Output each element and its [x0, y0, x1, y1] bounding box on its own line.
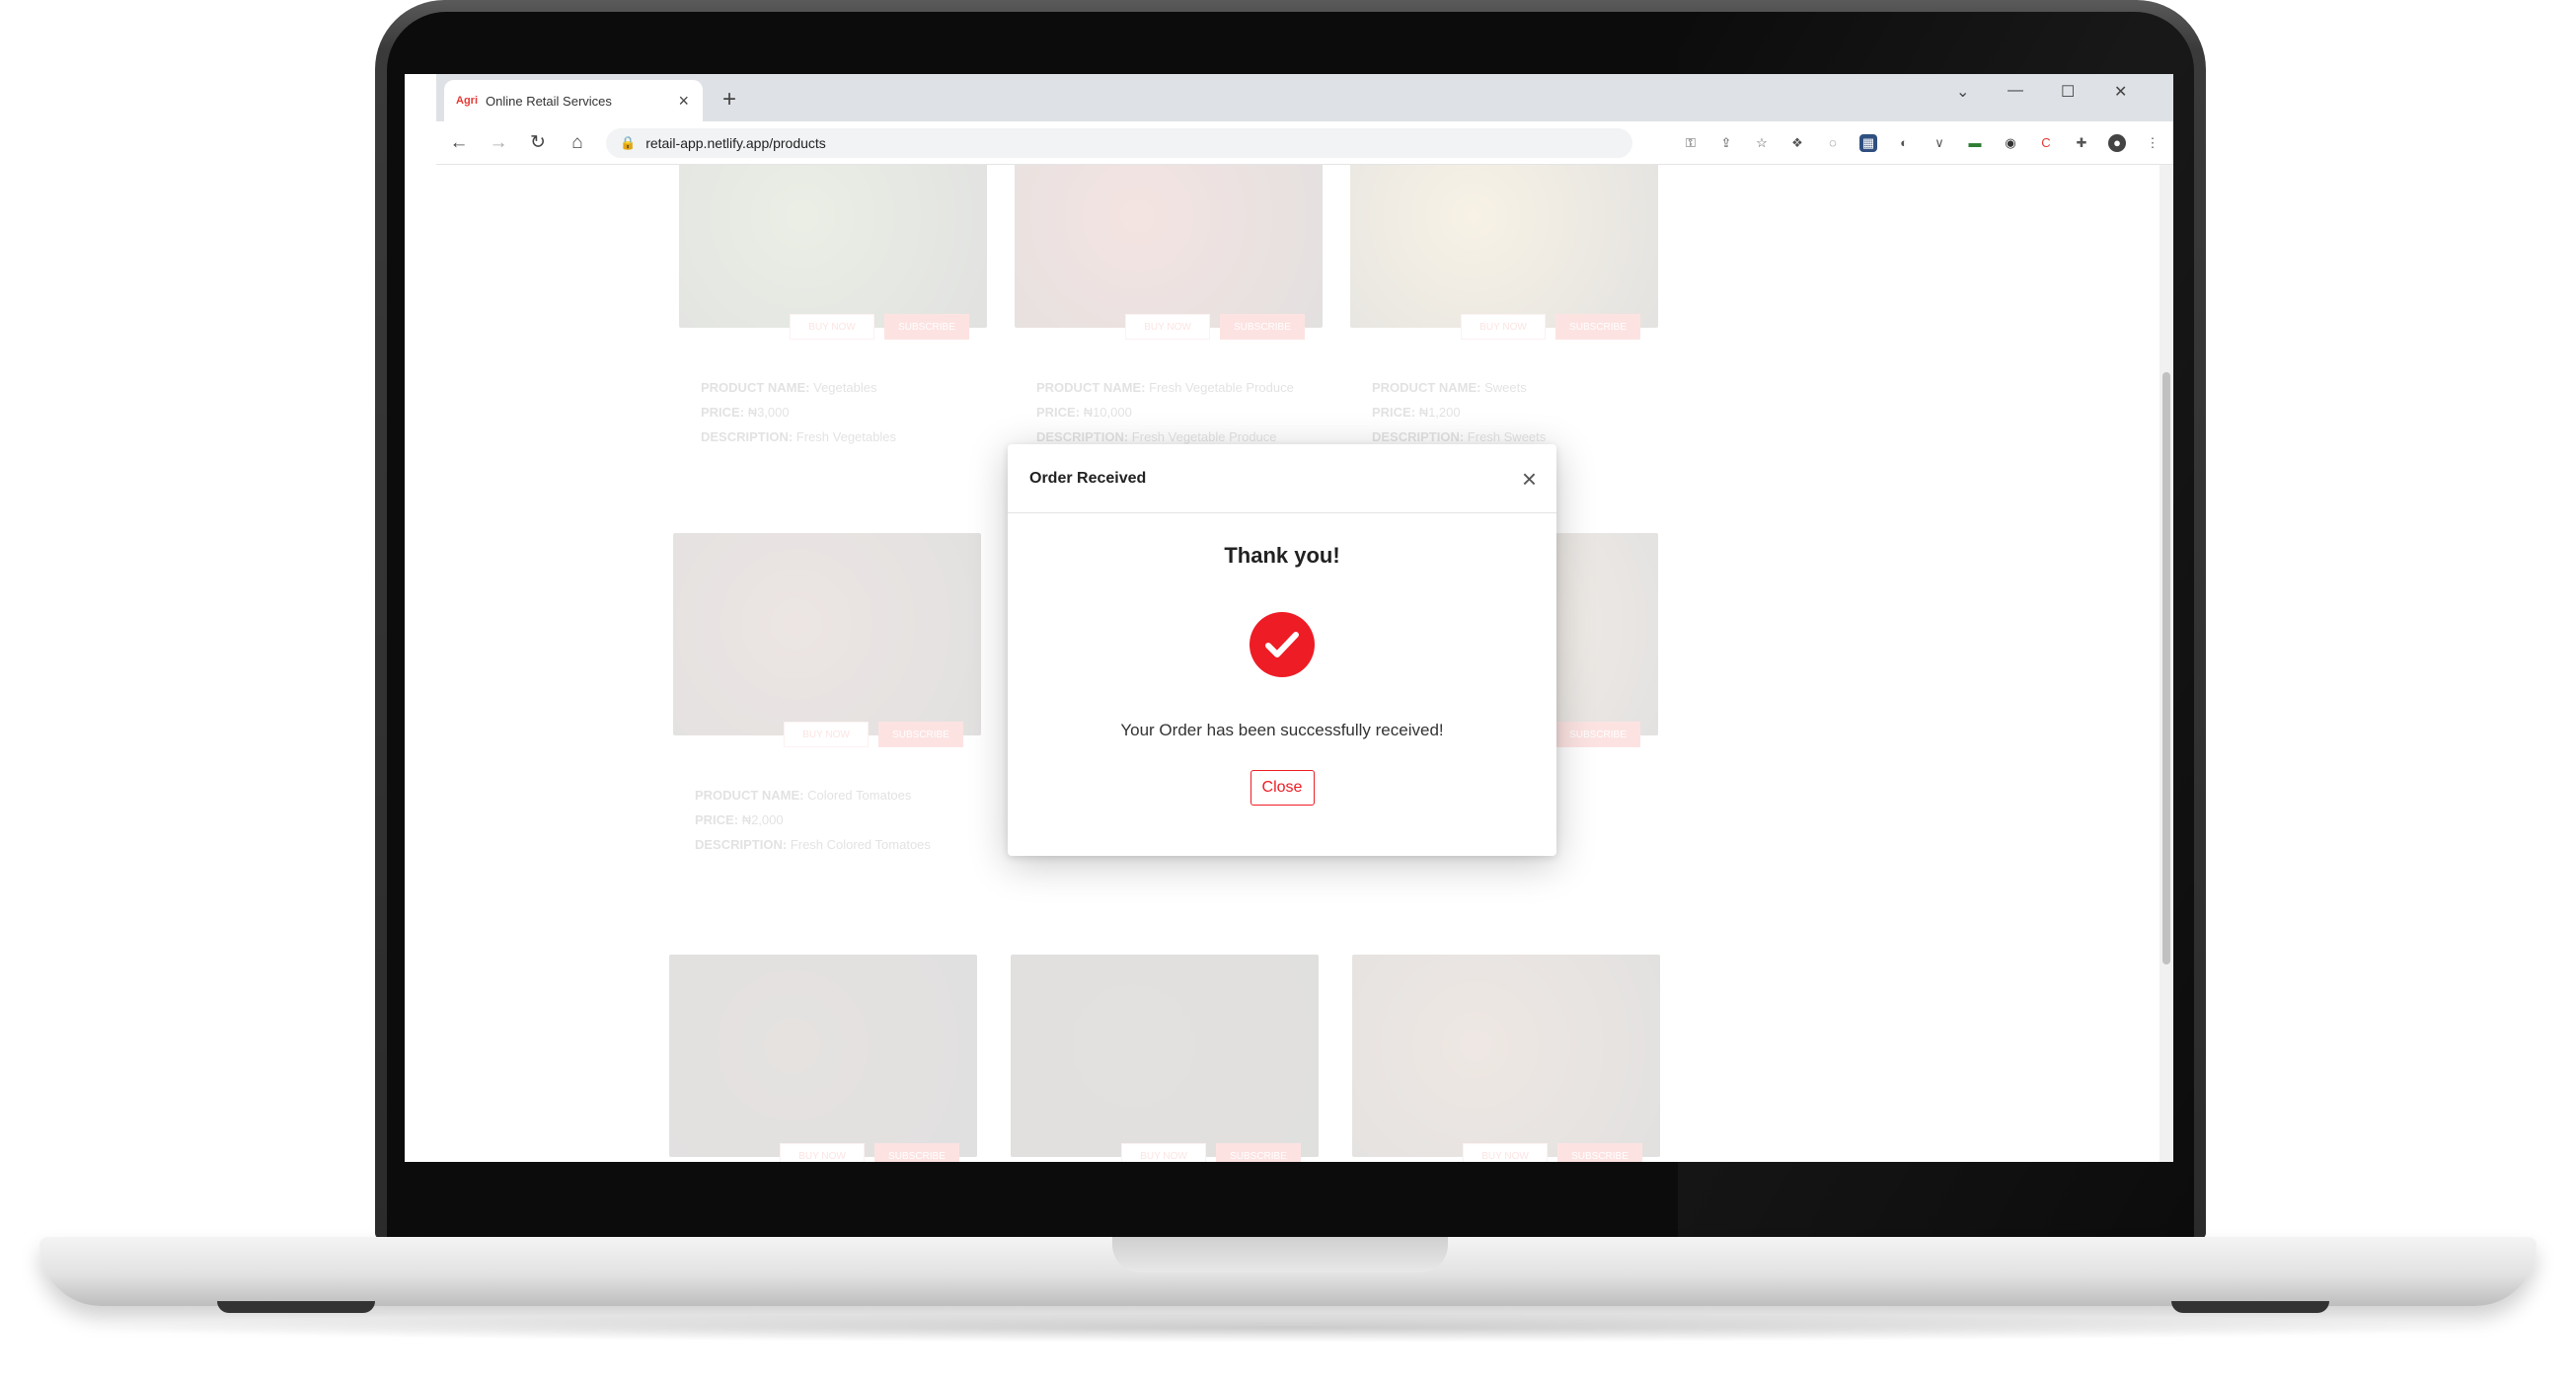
maximize-button[interactable]: ☐ — [2061, 82, 2075, 102]
key-icon[interactable]: ⚿ — [1682, 134, 1700, 152]
lock-icon: 🔒 — [620, 134, 637, 150]
tab-title: Online Retail Services — [486, 93, 612, 109]
browser-window: Agri Online Retail Services × + ⌄ — ☐ ✕ … — [405, 74, 2173, 1162]
extension-icon-3[interactable]: ▦ — [1859, 133, 1877, 152]
window-close-button[interactable]: ✕ — [2114, 82, 2127, 102]
address-bar[interactable]: 🔒 retail-app.netlify.app/products — [606, 127, 1632, 158]
bookmark-star-icon[interactable]: ☆ — [1753, 134, 1771, 152]
reload-icon[interactable]: ↻ — [527, 131, 549, 154]
close-button[interactable]: Close — [1250, 770, 1315, 806]
success-check-icon — [1250, 612, 1315, 677]
site-favicon: Agri — [456, 95, 478, 107]
thank-you-heading: Thank you! — [1224, 543, 1340, 568]
share-icon[interactable]: ⇪ — [1717, 134, 1735, 152]
modal-close-icon[interactable]: × — [1522, 466, 1537, 492]
forward-arrow-icon[interactable]: → — [488, 132, 509, 154]
laptop-foot-right — [2171, 1301, 2329, 1313]
extension-icons: ⚿ ⇪ ☆ ❖ ◌ ▦ ◐ ∨ ▬ ◉ C ✚ ● ⋮ — [1682, 133, 2161, 152]
modal-body: Thank you! Your Order has been successfu… — [1008, 513, 1556, 806]
modal-title: Order Received — [1029, 469, 1147, 487]
floor-shadow — [59, 1313, 2517, 1343]
dropbox-extension-icon[interactable]: ❖ — [1788, 134, 1806, 152]
tab-strip: Agri Online Retail Services × + ⌄ — ☐ ✕ — [436, 74, 2173, 121]
order-received-modal: Order Received × Thank you! Your Order h… — [1008, 444, 1556, 856]
tab-close-icon[interactable]: × — [678, 91, 689, 112]
browser-tab-active[interactable]: Agri Online Retail Services × — [444, 80, 703, 121]
browser-toolbar: ← → ↻ ⌂ 🔒 retail-app.netlify.app/product… — [436, 121, 2173, 165]
extension-icon-4[interactable]: ◐ — [1895, 134, 1913, 152]
vue-devtools-icon[interactable]: ∨ — [1931, 134, 1948, 152]
laptop-frame: Agri Online Retail Services × + ⌄ — ☐ ✕ … — [0, 0, 2576, 1386]
extension-icon-8[interactable]: C — [2037, 134, 2055, 152]
profile-avatar[interactable]: ● — [2108, 133, 2126, 152]
extensions-puzzle-icon[interactable]: ✚ — [2073, 134, 2090, 152]
extension-icon-6[interactable]: ▬ — [1966, 134, 1984, 152]
minimize-button[interactable]: — — [2008, 82, 2023, 100]
back-arrow-icon[interactable]: ← — [448, 132, 470, 154]
laptop-base-notch — [1112, 1237, 1448, 1272]
scrollbar-thumb[interactable] — [2162, 372, 2170, 964]
page-scrollbar[interactable] — [2159, 165, 2173, 1162]
home-icon[interactable]: ⌂ — [567, 132, 588, 154]
order-success-message: Your Order has been successfully receive… — [1120, 721, 1444, 739]
new-tab-button[interactable]: + — [722, 86, 736, 114]
browser-menu-icon[interactable]: ⋮ — [2144, 134, 2161, 152]
modal-header: Order Received × — [1008, 444, 1556, 513]
tab-search-icon[interactable]: ⌄ — [1956, 82, 1969, 102]
url-text: retail-app.netlify.app/products — [645, 134, 826, 151]
laptop-foot-left — [217, 1301, 375, 1313]
extension-icon-7[interactable]: ◉ — [2002, 134, 2019, 152]
page-viewport: BUY NOW SUBSCRIBE PRODUCT NAME: Vegetabl… — [405, 165, 2173, 1162]
extension-icon-2[interactable]: ◌ — [1824, 134, 1842, 152]
